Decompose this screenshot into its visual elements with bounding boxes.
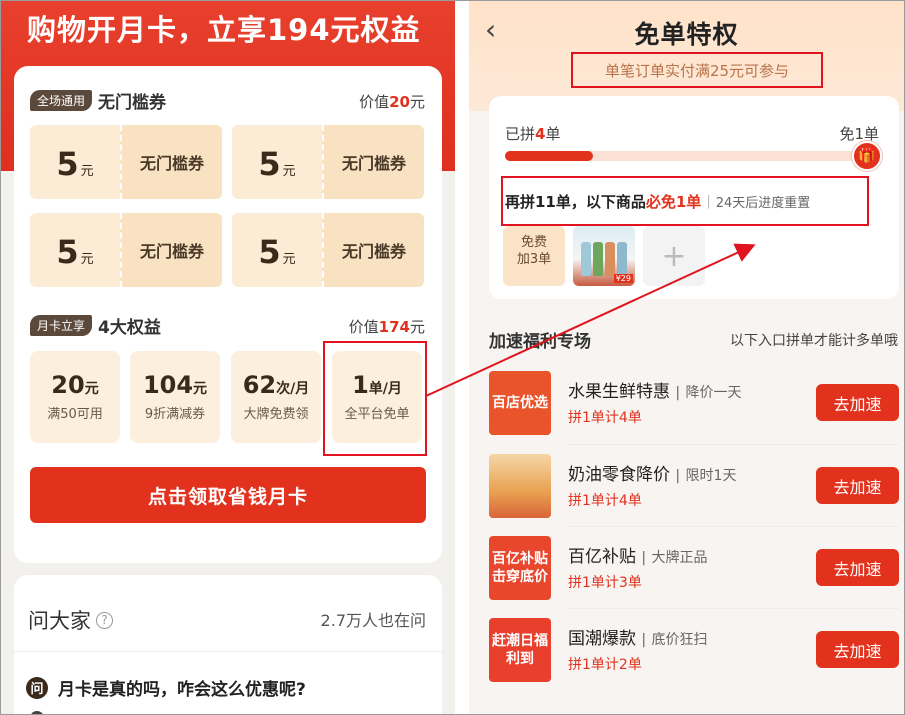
zone-note: 以下入口拼单才能计多单哦 <box>730 333 898 349</box>
gift-icon: 🎁 <box>852 141 882 171</box>
add-product-button[interactable]: + <box>643 226 705 286</box>
coupon-amount: 5元 <box>232 213 322 287</box>
coupon-card[interactable]: 5元 无门槛券 <box>30 125 222 199</box>
accelerate-button[interactable]: 去加速 <box>816 631 899 668</box>
product-image <box>593 242 603 276</box>
zone-title: 加速福利专场 <box>489 332 591 352</box>
item-image <box>489 454 551 518</box>
progress-fill <box>505 151 593 161</box>
orders-done: 已拼4单 <box>505 125 561 143</box>
item-image: 百店优选 <box>489 371 551 435</box>
coupon-tag: 全场通用 <box>30 89 93 111</box>
participation-rule: 单笔订单实付满25元可参与 <box>571 52 823 88</box>
divider <box>14 651 442 652</box>
free-line: 加3单 <box>516 252 552 267</box>
accelerate-button[interactable]: 去加速 <box>816 467 899 504</box>
benefits-card: 全场通用 无门槛券 价值20元 5元 无门槛券 5元 无门槛券 5元 无门槛券 … <box>14 66 442 563</box>
page-title: 免单特权 <box>634 20 739 49</box>
item-image: 百亿补贴击穿底价 <box>489 536 551 600</box>
highlight-box <box>323 341 427 456</box>
product-thumb[interactable]: ¥29 <box>573 226 635 286</box>
question-text: 月卡是真的吗，咋会这么优惠呢? <box>58 680 306 700</box>
question-icon: 问 <box>26 676 48 699</box>
free-line: 免费 <box>520 235 547 250</box>
product-image <box>617 242 627 276</box>
coupon-card[interactable]: 5元 无门槛券 <box>232 125 424 199</box>
item-name: 奶油零食降价 | 限时1天 <box>568 465 737 485</box>
coupon-label: 无门槛券 <box>322 125 424 199</box>
plus-icon: + <box>661 238 687 274</box>
accelerate-button[interactable]: 去加速 <box>816 384 899 421</box>
free-bonus-thumb[interactable]: 免费 加3单 <box>503 226 565 286</box>
accelerate-item: 百店优选 水果生鲜特惠 | 降价一天 拼1单计4单 去加速 <box>489 371 899 437</box>
separator: | <box>706 193 711 209</box>
benefit-desc: 大牌免费领 <box>243 407 309 422</box>
benefit-section-value: 价值174元 <box>349 316 425 337</box>
product-price: ¥29 <box>613 274 633 283</box>
accelerate-item: 奶油零食降价 | 限时1天 拼1单计4单 去加速 <box>489 454 899 520</box>
reset-timer: 24天后进度重置 <box>715 195 811 211</box>
accelerate-item: 赶潮日福利到 国潮爆款 | 底价狂扫 拼1单计2单 去加速 <box>489 618 899 684</box>
hint-main: 再拼11单，以下商品必免1单 <box>505 192 702 211</box>
benefit-section-name: 4大权益 <box>98 317 161 338</box>
value-number: 20 <box>389 93 410 111</box>
progress-card: 已拼4单 免1单 🎁 再拼11单，以下商品必免1单 | 24天后进度重置 免费 … <box>489 96 899 299</box>
ask-everyone-section: 问大家 ? 2.7万人也在问 问 月卡是真的吗，咋会这么优惠呢? <box>14 575 442 714</box>
ask-title-text: 问大家 <box>28 609 91 633</box>
value-unit: 元 <box>409 318 425 336</box>
coupon-label: 无门槛券 <box>322 213 424 287</box>
coupon-amount: 5元 <box>232 125 322 199</box>
product-image <box>581 242 591 276</box>
progress-goal: 免1单 <box>839 125 879 143</box>
item-name: 国潮爆款 | 底价狂扫 <box>568 629 708 649</box>
ask-count[interactable]: 2.7万人也在问 <box>321 607 426 631</box>
benefit-value: 62次/月 <box>242 371 310 399</box>
benefit-desc: 满50可用 <box>47 407 103 422</box>
question-item[interactable]: 问 月卡是真的吗，咋会这么优惠呢? <box>26 675 306 700</box>
item-name: 水果生鲜特惠 | 降价一天 <box>568 382 742 402</box>
benefit-desc: 9折满减券 <box>144 407 206 422</box>
coupon-section-name: 无门槛券 <box>98 92 167 113</box>
benefit-tile[interactable]: 62次/月 大牌免费领 <box>231 351 321 443</box>
help-icon[interactable]: ? <box>96 611 113 629</box>
divider <box>567 526 899 527</box>
progress-hint: 再拼11单，以下商品必免1单 | 24天后进度重置 <box>501 176 869 226</box>
coupon-section-header: 全场通用 无门槛券 <box>30 87 166 113</box>
benefit-section-header: 月卡立享 4大权益 <box>30 312 161 338</box>
product-image <box>605 242 615 276</box>
coupon-label: 无门槛券 <box>120 213 222 287</box>
benefit-tile[interactable]: 104元 9折满减券 <box>130 351 220 443</box>
value-unit: 元 <box>409 93 425 111</box>
monthly-card-panel: 购物开月卡，立享194元权益 全场通用 无门槛券 价值20元 5元 无门槛券 5… <box>1 1 455 714</box>
item-name: 百亿补贴 | 大牌正品 <box>568 547 708 567</box>
coupon-section-value: 价值20元 <box>359 91 425 112</box>
coupon-card[interactable]: 5元 无门槛券 <box>30 213 222 287</box>
accelerate-button[interactable]: 去加速 <box>816 549 899 586</box>
coupon-amount: 5元 <box>30 213 120 287</box>
item-count: 拼1单计4单 <box>568 493 642 509</box>
coupon-card[interactable]: 5元 无门槛券 <box>232 213 424 287</box>
free-order-panel: ‹ 免单特权 单笔订单实付满25元可参与 已拼4单 免1单 🎁 再拼11单，以下… <box>469 1 904 714</box>
value-prefix: 价值 <box>348 318 379 336</box>
answer-icon <box>30 711 44 714</box>
divider <box>567 444 899 445</box>
item-image: 赶潮日福利到 <box>489 618 551 682</box>
benefit-value: 20元 <box>51 371 99 399</box>
accelerate-item: 百亿补贴击穿底价 百亿补贴 | 大牌正品 拼1单计3单 去加速 <box>489 536 899 602</box>
benefit-tag: 月卡立享 <box>30 314 93 336</box>
value-prefix: 价值 <box>359 93 390 111</box>
coupon-label: 无门槛券 <box>120 125 222 199</box>
divider <box>567 608 899 609</box>
coupon-amount: 5元 <box>30 125 120 199</box>
item-count: 拼1单计4单 <box>568 410 642 426</box>
hero-title: 购物开月卡，立享194元权益 <box>27 13 421 47</box>
benefit-value: 104元 <box>142 371 208 399</box>
claim-monthly-card-button[interactable]: 点击领取省钱月卡 <box>30 467 426 523</box>
item-count: 拼1单计3单 <box>568 575 642 591</box>
ask-title: 问大家 ? <box>28 605 113 635</box>
progress-bar <box>505 151 857 161</box>
value-number: 174 <box>378 318 410 336</box>
benefit-tile[interactable]: 20元 满50可用 <box>30 351 120 443</box>
item-count: 拼1单计2单 <box>568 657 642 673</box>
